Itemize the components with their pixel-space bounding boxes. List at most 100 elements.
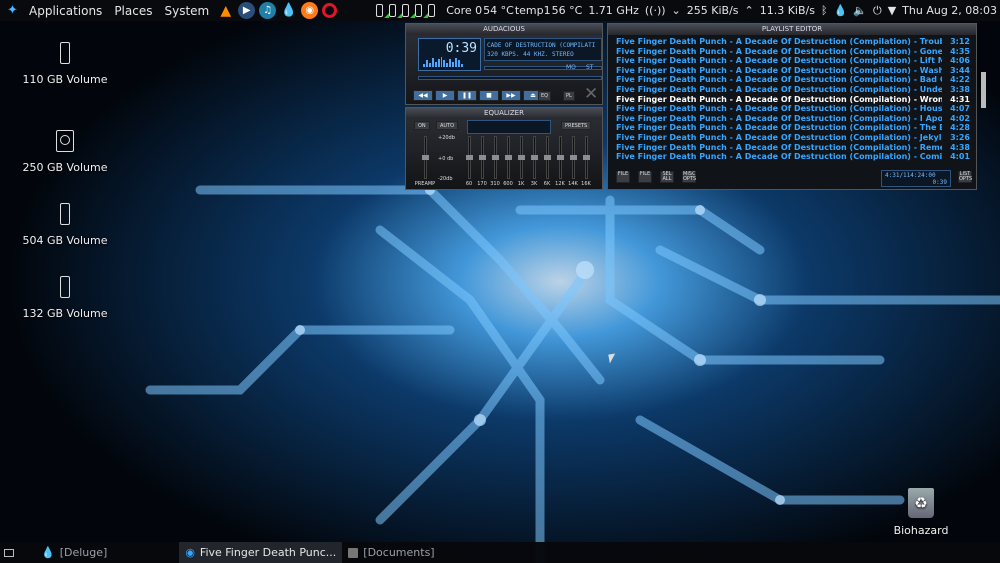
- bluetooth-icon[interactable]: ᛒ: [821, 4, 828, 17]
- media-player-icon[interactable]: ▶: [238, 2, 256, 19]
- select-all-button[interactable]: SEL ALL: [660, 171, 674, 183]
- device-icon[interactable]: [428, 4, 436, 17]
- desktop-volume-504[interactable]: 504 GB Volume: [15, 203, 115, 247]
- playlist-title[interactable]: PLAYLIST EDITOR: [608, 24, 976, 35]
- playlist-scrollbar[interactable]: [981, 72, 986, 108]
- playlist-row[interactable]: Five Finger Death Punch - A Decade Of De…: [616, 143, 970, 153]
- slider-knob[interactable]: [492, 155, 499, 160]
- task-deluge[interactable]: 💧 [Deluge]: [35, 542, 113, 563]
- eq-band-slider[interactable]: [505, 136, 512, 179]
- list-options-button[interactable]: LIST OPTS: [958, 171, 972, 183]
- menu-places[interactable]: Places: [108, 4, 158, 18]
- eq-presets-button[interactable]: PRESETS: [561, 121, 592, 130]
- eq-band-slider[interactable]: [570, 136, 577, 179]
- menu-applications[interactable]: Applications: [23, 4, 108, 18]
- desktop-volume-132[interactable]: 132 GB Volume: [15, 276, 115, 320]
- next-button[interactable]: ▶▶: [501, 90, 521, 101]
- eq-auto-button[interactable]: AUTO: [436, 121, 459, 130]
- playlist-row[interactable]: Five Finger Death Punch - A Decade Of De…: [616, 66, 970, 76]
- deluge-icon[interactable]: 💧: [280, 2, 297, 19]
- slider-knob[interactable]: [557, 155, 564, 160]
- eq-band-slider[interactable]: [531, 136, 538, 179]
- track-name: Five Finger Death Punch - A Decade Of De…: [616, 65, 942, 75]
- player-title[interactable]: AUDACIOUS: [406, 24, 602, 35]
- slider-knob[interactable]: [466, 155, 473, 160]
- vlc-icon[interactable]: ▲: [217, 2, 234, 19]
- slider-knob[interactable]: [479, 155, 486, 160]
- slider-knob[interactable]: [531, 155, 538, 160]
- task-audacious[interactable]: ◉ Five Finger Death Punc...: [179, 542, 343, 563]
- playlist-row[interactable]: Five Finger Death Punch - A Decade Of De…: [616, 104, 970, 114]
- visualizer[interactable]: [423, 56, 463, 67]
- slider-knob[interactable]: [583, 155, 590, 160]
- eq-band-slider[interactable]: [479, 136, 486, 179]
- device-icon[interactable]: [376, 4, 390, 18]
- eq-band-slider[interactable]: [466, 136, 473, 179]
- eq-toggle-button[interactable]: EQ: [538, 91, 552, 101]
- slider-knob[interactable]: [505, 155, 512, 160]
- system-logo-icon[interactable]: ✦: [4, 2, 21, 19]
- power-icon[interactable]: ⏻: [873, 4, 882, 18]
- desktop-volume-250[interactable]: 250 GB Volume: [15, 130, 115, 174]
- playlist-row[interactable]: Five Finger Death Punch - A Decade Of De…: [616, 75, 970, 85]
- playlist-row[interactable]: Five Finger Death Punch - A Decade Of De…: [616, 133, 970, 143]
- previous-button[interactable]: ◀◀: [413, 90, 433, 101]
- playlist-row[interactable]: Five Finger Death Punch - A Decade Of De…: [616, 152, 970, 162]
- desktop-trash[interactable]: ♻ Biohazard: [871, 488, 971, 537]
- playlist-row[interactable]: Five Finger Death Punch - A Decade Of De…: [616, 123, 970, 133]
- task-documents[interactable]: [Documents]: [342, 542, 440, 563]
- stop-button[interactable]: ■: [479, 90, 499, 101]
- device-icon[interactable]: [402, 4, 416, 18]
- eq-band-slider[interactable]: [518, 136, 525, 179]
- track-duration: 4:02: [950, 113, 970, 123]
- clock[interactable]: Thu Aug 2, 08:03: [902, 4, 997, 17]
- playlist-row[interactable]: Five Finger Death Punch - A Decade Of De…: [616, 47, 970, 57]
- player-time[interactable]: 0:39: [446, 41, 477, 56]
- deluge-tray-icon[interactable]: 💧: [834, 4, 848, 17]
- cpu-label: Core 0: [446, 4, 483, 17]
- menu-system[interactable]: System: [158, 4, 215, 18]
- device-icon[interactable]: [389, 4, 403, 18]
- firefox-icon[interactable]: ◉: [301, 2, 319, 19]
- equalizer-title[interactable]: EQUALIZER: [406, 108, 602, 119]
- playback-controls: ◀◀ ▶ ❚❚ ■ ▶▶ ⏏: [413, 90, 543, 101]
- show-desktop-button[interactable]: [0, 542, 23, 563]
- visualizer-bar: [449, 59, 452, 67]
- playlist-rows: Five Finger Death Punch - A Decade Of De…: [616, 37, 970, 162]
- play-button[interactable]: ▶: [435, 90, 455, 101]
- volume-slider[interactable]: [484, 66, 602, 70]
- drive-icon: [60, 203, 70, 225]
- opera-icon[interactable]: [322, 3, 338, 18]
- wifi-icon[interactable]: ▼: [888, 4, 896, 17]
- visualizer-bar: [458, 60, 460, 67]
- slider-knob[interactable]: [544, 155, 551, 160]
- close-icon[interactable]: ✕: [584, 84, 598, 104]
- playlist-editor[interactable]: PLAYLIST EDITOR Five Finger Death Punch …: [607, 23, 986, 190]
- playlist-row[interactable]: Five Finger Death Punch - A Decade Of De…: [616, 114, 970, 124]
- eq-band-slider[interactable]: [544, 136, 551, 179]
- eq-band-slider[interactable]: [492, 136, 499, 179]
- misc-options-button[interactable]: MISC OPTS: [682, 171, 696, 183]
- seek-bar[interactable]: [418, 76, 602, 80]
- playlist-row[interactable]: Five Finger Death Punch - A Decade Of De…: [616, 85, 970, 95]
- volume-icon[interactable]: 🔈: [853, 4, 867, 17]
- remove-file-button[interactable]: FILE: [638, 171, 652, 183]
- playlist-row[interactable]: Five Finger Death Punch - A Decade Of De…: [616, 56, 970, 66]
- device-icon[interactable]: [415, 4, 429, 18]
- eq-band-slider[interactable]: [557, 136, 564, 179]
- add-file-button[interactable]: FILE: [616, 171, 630, 183]
- slider-knob[interactable]: [570, 155, 577, 160]
- preamp-slider[interactable]: [422, 136, 429, 179]
- eq-band-slider[interactable]: [583, 136, 590, 179]
- desktop-volume-110[interactable]: 110 GB Volume: [15, 42, 115, 86]
- pl-toggle-button[interactable]: PL: [563, 91, 575, 101]
- eq-on-button[interactable]: ON: [414, 121, 430, 130]
- equalizer-window[interactable]: EQUALIZER ON AUTO PRESETS +20db +0 db -2…: [405, 107, 603, 190]
- slider-knob[interactable]: [518, 155, 525, 160]
- audacious-player[interactable]: AUDACIOUS 0:39 CADE OF DESTRUCTION (COMP…: [405, 23, 603, 105]
- network-icon[interactable]: ((·)): [645, 4, 666, 17]
- pause-button[interactable]: ❚❚: [457, 90, 477, 101]
- playlist-row[interactable]: Five Finger Death Punch - A Decade Of De…: [616, 95, 970, 105]
- playlist-row[interactable]: Five Finger Death Punch - A Decade Of De…: [616, 37, 970, 47]
- music-icon[interactable]: ♫: [259, 2, 277, 19]
